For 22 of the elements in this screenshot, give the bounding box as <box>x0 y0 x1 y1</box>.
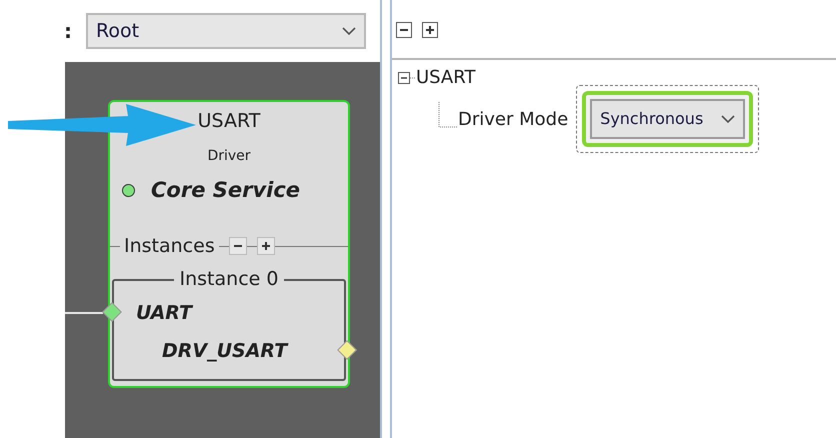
collapse-icon[interactable] <box>398 72 410 84</box>
tree-item[interactable]: USART <box>416 64 476 91</box>
connector-line <box>65 312 103 314</box>
instances-label: Instances <box>123 234 216 259</box>
node-title: USART <box>198 109 260 134</box>
remove-instance-button[interactable] <box>228 237 247 256</box>
output-label: DRV_USART <box>162 338 288 364</box>
dropdown[interactable]: Synchronous <box>590 99 746 139</box>
chevron-icon <box>721 114 736 124</box>
service-label: Core Service <box>151 176 300 204</box>
plus-icon <box>425 25 435 35</box>
node-subtitle: Driver <box>207 146 251 166</box>
add-instance-button[interactable] <box>256 237 275 256</box>
collapse-all-button[interactable] <box>396 22 412 38</box>
label-text: : <box>64 18 72 45</box>
expand-all-button[interactable] <box>422 22 438 38</box>
dropdown[interactable]: Root <box>86 13 366 49</box>
chevron-icon <box>342 26 356 36</box>
input-label: UART <box>136 300 192 326</box>
tree-line <box>410 76 416 78</box>
property-label: Driver Mode <box>458 108 568 132</box>
plus-icon <box>260 241 271 252</box>
